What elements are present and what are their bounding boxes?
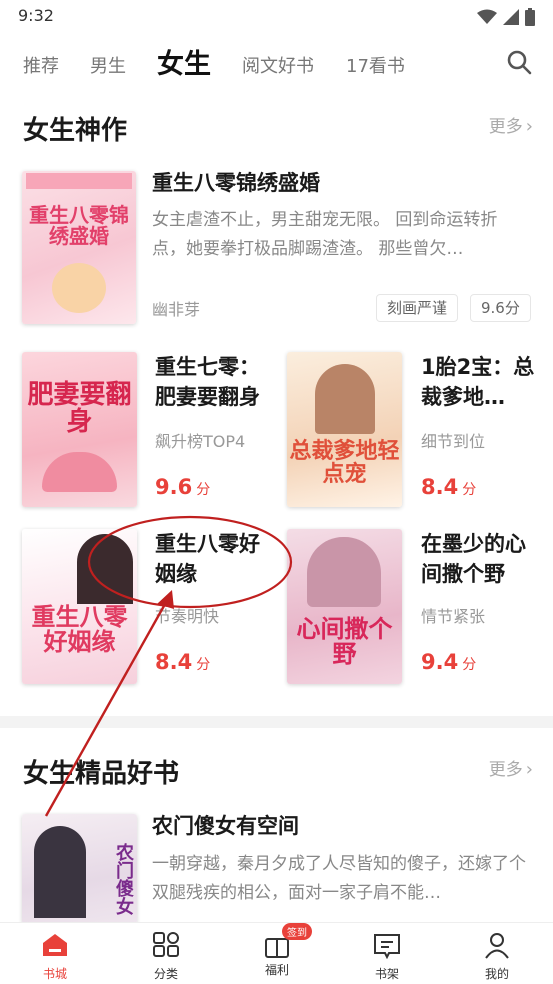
- section-title-female-masterpieces: 女生神作: [23, 116, 128, 146]
- book-cover[interactable]: 总裁爹地轻点宠: [287, 352, 402, 507]
- score-value: 8.4: [155, 650, 193, 674]
- score-value: 9.4: [421, 650, 459, 674]
- cover-illustration: [77, 534, 133, 604]
- cover-illustration: [315, 364, 375, 434]
- cover-title-art: 心间撒个野: [296, 615, 393, 669]
- score-unit: 分: [462, 482, 477, 498]
- battery-icon: [525, 8, 535, 26]
- book-score: 8.4 分: [421, 475, 476, 499]
- nav-profile[interactable]: 我的: [467, 931, 527, 982]
- nav-label: 福利: [264, 963, 289, 977]
- score-unit: 分: [462, 657, 477, 673]
- book-subtitle: 细节到位: [421, 432, 486, 451]
- nav-welfare[interactable]: 签到 福利: [247, 923, 312, 978]
- book-cover[interactable]: 重生八零好姻缘: [22, 529, 137, 684]
- tab-yuewen[interactable]: 阅文好书: [242, 52, 314, 78]
- book-cover[interactable]: 肥妻要翻身: [22, 352, 137, 507]
- score-unit: 分: [196, 657, 211, 673]
- score-value: 9.6: [155, 475, 193, 499]
- score-unit: 分: [196, 482, 211, 498]
- chevron-right-icon: ›: [525, 116, 533, 137]
- more-label: 更多: [488, 760, 523, 780]
- cover-title-art: 农门傻女: [113, 843, 134, 915]
- nav-label: 我的: [484, 967, 509, 981]
- cover-illustration: [52, 263, 106, 313]
- tab-17k[interactable]: 17看书: [346, 52, 405, 78]
- section-title-female-quality-books: 女生精品好书: [23, 759, 180, 789]
- cover-title-art: 肥妻要翻身: [27, 380, 132, 438]
- cover-title-art: 重生八零好姻缘: [31, 603, 128, 657]
- score-value: 8.4: [421, 475, 459, 499]
- book-rating-tag: 9.6分: [470, 294, 531, 322]
- book-cover[interactable]: 心间撒个野: [287, 529, 402, 684]
- book-score: 9.6 分: [155, 475, 210, 499]
- channel-tabs: 推荐 男生 女生 阅文好书 17看书: [0, 40, 553, 90]
- nav-category[interactable]: 分类: [136, 931, 196, 982]
- book-score: 9.4 分: [421, 650, 476, 674]
- tab-recommend[interactable]: 推荐: [23, 52, 59, 78]
- book-score: 8.4 分: [155, 650, 210, 674]
- book-cover[interactable]: 重生八零锦绣盛婚: [22, 171, 136, 324]
- bookshelf-icon: [374, 934, 400, 960]
- nav-label: 分类: [153, 967, 178, 981]
- book-author: 幽非芽: [152, 300, 201, 319]
- status-time: 9:32: [18, 6, 54, 25]
- cover-banner: [26, 173, 132, 189]
- wifi-icon: [477, 9, 497, 24]
- bottom-nav: 书城 分类 签到 福利 书架 我的: [0, 922, 553, 984]
- book-subtitle: 飙升榜TOP4: [155, 432, 246, 451]
- search-icon[interactable]: [505, 48, 533, 76]
- status-icons: [477, 8, 535, 26]
- category-icon: [153, 932, 179, 957]
- book-title[interactable]: 在墨少的心间撒个野: [421, 529, 541, 589]
- cover-illustration: [42, 452, 117, 492]
- sign-in-badge: 签到: [282, 923, 312, 940]
- book-title[interactable]: 重生八零锦绣盛婚: [152, 168, 532, 198]
- nav-bookshelf[interactable]: 书架: [357, 931, 417, 982]
- bookstore-icon: [43, 934, 67, 956]
- more-link-section2[interactable]: 更多 ›: [489, 755, 533, 780]
- more-link-section1[interactable]: 更多 ›: [489, 112, 533, 137]
- book-title[interactable]: 重生七零：肥妻要翻身: [155, 352, 280, 412]
- book-description: 一朝穿越，秦月夕成了人尽皆知的傻子，还嫁了个双腿残疾的相公，面对一家子肩不能…: [152, 854, 526, 903]
- nav-label: 书架: [374, 967, 399, 981]
- book-title[interactable]: 1胎2宝：总裁爹地…: [421, 352, 541, 412]
- chevron-right-icon: ›: [525, 759, 533, 780]
- more-label: 更多: [488, 117, 523, 137]
- book-subtitle: 情节紧张: [421, 607, 486, 626]
- nav-bookstore[interactable]: 书城: [25, 931, 85, 982]
- status-bar: 9:32: [0, 0, 553, 32]
- tab-male[interactable]: 男生: [90, 52, 126, 78]
- book-title[interactable]: 重生八零好姻缘: [155, 529, 280, 589]
- cover-title-art: 总裁爹地轻点宠: [289, 439, 400, 488]
- signal-icon: [503, 9, 519, 25]
- book-description: 女主虐渣不止，男主甜宠无限。 回到命运转折点，她要拳打极品脚踢渣渣。 那些曾欠…: [152, 210, 498, 259]
- nav-label: 书城: [42, 967, 67, 981]
- cover-illustration: [307, 537, 381, 607]
- welfare-icon-wrap: 签到: [262, 923, 312, 959]
- cover-title-art: 重生八零锦绣盛婚: [29, 203, 129, 248]
- section-divider: [0, 716, 553, 728]
- book-cover[interactable]: 农门傻女: [22, 814, 137, 924]
- book-title[interactable]: 农门傻女有空间: [152, 811, 532, 841]
- profile-icon: [485, 933, 509, 959]
- book-subtitle: 节奏明快: [155, 607, 220, 626]
- tab-female[interactable]: 女生: [157, 42, 211, 81]
- book-tag: 刻画严谨: [376, 294, 459, 322]
